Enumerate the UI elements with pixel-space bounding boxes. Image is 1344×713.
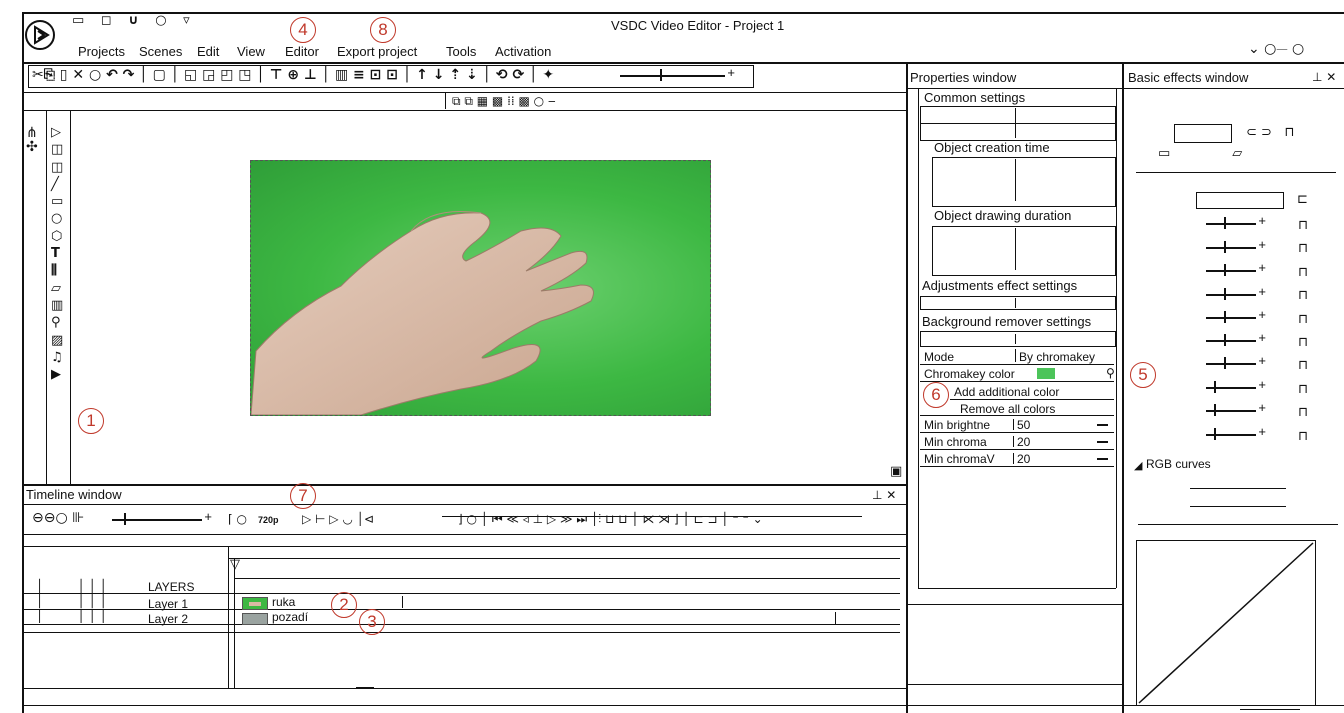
annotation-5: 5 <box>1130 362 1156 388</box>
adjustments-field[interactable] <box>920 296 1116 310</box>
menu-edit[interactable]: Edit <box>197 44 219 60</box>
app-logo[interactable] <box>24 19 56 51</box>
min-chromav-label: Min chromaV <box>924 452 995 466</box>
clip-pozadi[interactable]: pozadí <box>240 610 835 625</box>
min-chromav-value[interactable]: 20 <box>1017 451 1030 467</box>
move-tool-icon[interactable]: ⋔ ✣ <box>26 126 38 154</box>
min-brightness-value[interactable]: 50 <box>1017 417 1030 433</box>
play-logo-icon <box>25 20 55 50</box>
min-chroma-value[interactable]: 20 <box>1017 434 1030 450</box>
effects-window-controls[interactable]: ⊥ ✕ <box>1312 70 1336 84</box>
background-remover-settings[interactable]: Background remover settings <box>922 314 1091 330</box>
playhead-marker[interactable]: ▽ <box>230 558 240 572</box>
object-drawing-duration[interactable]: Object drawing duration <box>934 208 1071 224</box>
min-chroma-label: Min chroma <box>924 435 987 449</box>
background-remover-field[interactable] <box>920 331 1116 347</box>
rgb-curves-toggle-icon[interactable]: ◢ <box>1134 459 1142 473</box>
min-brightness-label: Min brightne <box>924 418 991 432</box>
effect-slider-6[interactable]: + <box>1206 330 1266 347</box>
folder-icon[interactable]: ⊏ <box>1297 193 1308 207</box>
annotation-6: 6 <box>923 382 949 408</box>
chromakey-color-label: Chromakey color <box>924 367 1015 381</box>
menu-export-project[interactable]: Export project <box>337 44 417 60</box>
annotation-4: 4 <box>290 17 316 43</box>
adjustments-settings[interactable]: Adjustments effect settings <box>922 278 1077 294</box>
effects-template-field[interactable] <box>1196 192 1284 209</box>
effects-preset-icons[interactable]: ⊂ ⊃ ⊓ <box>1246 126 1294 140</box>
common-field-2[interactable] <box>920 123 1116 141</box>
quick-access-icons[interactable]: ▭ ◻ ∪ ○ ▿ <box>72 14 196 28</box>
effect-slider-1[interactable]: + <box>1206 213 1266 230</box>
clip-ruka[interactable]: ruka <box>240 595 400 610</box>
effect-slider-7[interactable]: + <box>1206 353 1266 370</box>
drawing-duration-field[interactable] <box>932 226 1116 276</box>
fullscreen-icon[interactable]: ▣ <box>890 465 902 479</box>
menu-tools[interactable]: Tools <box>446 44 476 60</box>
add-additional-color-button[interactable]: Add additional color <box>954 384 1059 400</box>
layer-row-controls[interactable]: │ │ │ │ │ │ │ │ │ │ │ │ <box>36 579 107 624</box>
clip-pozadi-label: pozadí <box>272 610 309 624</box>
timeline-window-controls[interactable]: ⊥ ✕ <box>872 488 896 502</box>
annotation-8: 8 <box>370 17 396 43</box>
rgb-curves-label[interactable]: RGB curves <box>1146 456 1211 472</box>
curve-line <box>1138 542 1314 704</box>
secondary-toolbar-icons[interactable]: ⧉ ⧉ ▦ ▩ ⁞⁞ ▩ ○ ‒ <box>452 94 556 108</box>
mode-label: Mode <box>924 350 955 364</box>
menu-view[interactable]: View <box>237 44 265 60</box>
annotation-3: 3 <box>359 609 385 635</box>
menu-activation[interactable]: Activation <box>495 44 551 60</box>
clip-ruka-label: ruka <box>272 595 296 609</box>
menu-projects[interactable]: Projects <box>78 44 125 60</box>
properties-title: Properties window <box>910 70 1017 85</box>
reset-icons[interactable]: ⊓ ⊓ ⊓ ⊓ ⊓ ⊓ ⊓ ⊓ ⊓ ⊓ <box>1298 214 1308 448</box>
effect-slider-9[interactable]: + <box>1206 400 1266 417</box>
video-preview[interactable] <box>250 160 711 416</box>
effect-slider-8[interactable]: + <box>1206 377 1266 394</box>
effect-slider-2[interactable]: + <box>1206 237 1266 254</box>
effect-slider-4[interactable]: + <box>1206 284 1266 301</box>
object-tools[interactable]: ▷ ◫ ◫ ╱ ▭ ○ ⬡ T ⫼ ▱ ▥ ⚲ ▨ ♫ ▶ <box>51 124 63 383</box>
object-creation-time[interactable]: Object creation time <box>934 140 1050 156</box>
timeline-title: Timeline window <box>26 487 122 502</box>
menu-scenes[interactable]: Scenes <box>139 44 182 60</box>
menu-editor[interactable]: Editor <box>285 44 319 60</box>
effect-slider-5[interactable]: + <box>1206 307 1266 324</box>
timeline-zoom-icons[interactable]: ⊖⊖○ ⊪ <box>32 511 84 525</box>
timeline-zoom-slider[interactable]: + <box>112 509 212 526</box>
window-controls[interactable]: ⌄ ○⏤ ○ <box>1248 42 1304 56</box>
annotation-1: 1 <box>78 408 104 434</box>
layer-2-name[interactable]: Layer 2 <box>148 611 188 627</box>
common-field-1[interactable] <box>920 106 1116 124</box>
layer-1-name[interactable]: Layer 1 <box>148 596 188 612</box>
mode-value[interactable]: By chromakey <box>1019 349 1095 365</box>
effects-title: Basic effects window <box>1128 70 1249 85</box>
layers-header: LAYERS <box>148 580 195 594</box>
effects-small-icons[interactable]: ▭ ▱ <box>1158 147 1242 161</box>
chromakey-color-swatch[interactable] <box>1037 368 1055 379</box>
rgb-curves-graph[interactable] <box>1136 540 1316 706</box>
common-settings[interactable]: Common settings <box>924 90 1025 106</box>
effect-slider-3[interactable]: + <box>1206 260 1266 277</box>
hand-image <box>251 210 594 415</box>
clip-thumbnail <box>242 613 268 625</box>
creation-time-field[interactable] <box>932 157 1116 207</box>
timeline-controls-mid[interactable]: ▷ ⊢ ▷ ◡ │⊲ <box>302 512 374 526</box>
clip-thumbnail <box>242 597 268 610</box>
window-title: VSDC Video Editor - Project 1 <box>611 18 785 33</box>
toolbar-icons[interactable]: ✂⎘ ▯ ✕ ○ ↶ ↷ │ ▢ │ ◱ ◲ ◰ ◳ │ ⊤ ⊕ ⊥ │ ▥ ≡… <box>32 68 554 82</box>
playback-controls[interactable]: ⌋ ○ │ ⏮ ≪ ◃ ⊥ ▷ ≫ ⏭ │⫶ ⊔ ⊔ │ ⋉ ⋊ ⌋ │ ⊏ ⊐… <box>458 512 763 526</box>
resolution-label[interactable]: 720p <box>258 512 279 528</box>
toolbar-zoom-slider[interactable]: + <box>620 65 735 82</box>
timeline-controls-left[interactable]: ⌈ ○ <box>228 512 247 526</box>
eyedropper-icon[interactable]: ⚲ <box>1106 366 1115 380</box>
effect-slider-10[interactable]: + <box>1206 424 1266 441</box>
effects-preset-field[interactable] <box>1174 124 1232 143</box>
